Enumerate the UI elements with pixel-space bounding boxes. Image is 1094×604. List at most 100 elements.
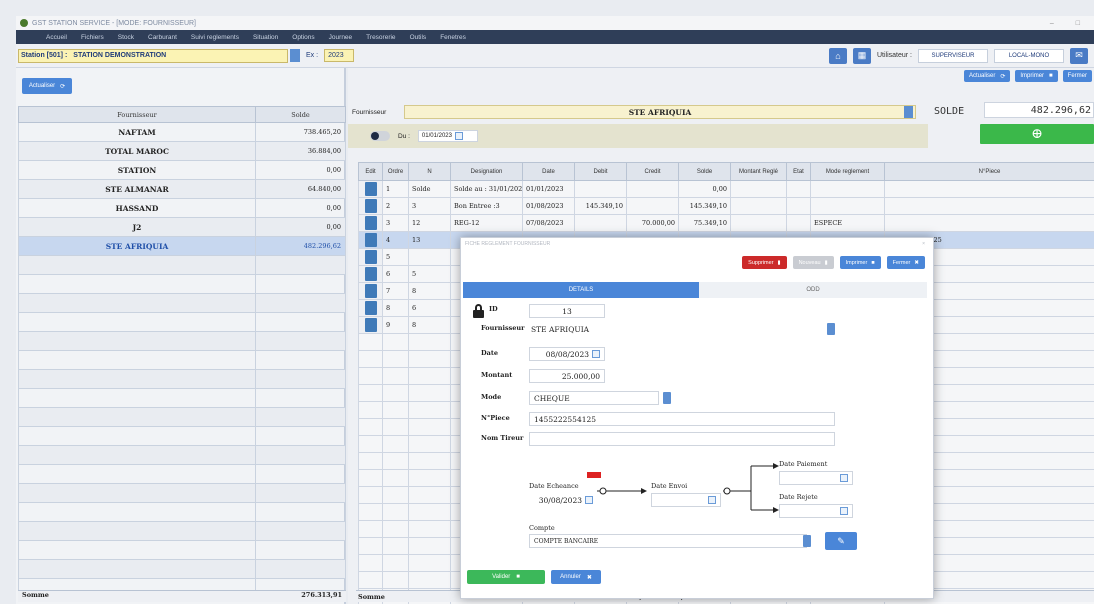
menu-item-1[interactable]: Fichiers xyxy=(81,34,104,41)
col-header[interactable]: N°Piece xyxy=(884,162,1094,181)
col-header[interactable]: Credit xyxy=(626,162,679,181)
edit-cell[interactable] xyxy=(358,231,383,249)
menu-item-6[interactable]: Options xyxy=(292,34,314,41)
calendar-icon[interactable] xyxy=(840,474,848,482)
echeance-field[interactable]: 30/08/2023 xyxy=(529,493,597,507)
operation-row[interactable]: 2 3 Bon Entree :3 01/08/2023 145.349,10 145.3… xyxy=(358,197,1094,215)
calendar-icon[interactable] xyxy=(708,496,716,504)
menu-item-7[interactable]: Journee xyxy=(329,34,353,41)
supplier-row[interactable]: STATION 0,00 xyxy=(18,160,346,180)
col-header[interactable]: Montant Reglé xyxy=(730,162,787,181)
edit-cell[interactable] xyxy=(358,316,383,334)
fermer-button[interactable]: Fermer xyxy=(1062,70,1092,82)
fournisseur-row: Fournisseur STE AFRIQUIA xyxy=(352,104,1094,120)
reglement-dialog: FICHE REGLEMENT FOURNISSEUR × Supprimer ▮ … xyxy=(460,237,934,599)
rejete-field[interactable] xyxy=(779,504,853,518)
empty-cell xyxy=(358,401,383,419)
supplier-solde: 64.840,00 xyxy=(255,179,346,199)
supplier-row[interactable]: STE AFRIQUIA 482.296,62 xyxy=(18,236,346,256)
col-header[interactable]: Designation xyxy=(450,162,523,181)
col-header[interactable]: Debit xyxy=(574,162,627,181)
edit-cell[interactable] xyxy=(358,180,383,198)
operation-row[interactable]: 1 Solde Solde au : 31/01/2023 01/01/2023 0,0… xyxy=(358,180,1094,198)
empty-cell xyxy=(408,520,451,538)
menu-item-2[interactable]: Stock xyxy=(118,34,134,41)
col-header[interactable]: Ordre xyxy=(382,162,409,181)
menu-item-3[interactable]: Carburant xyxy=(148,34,177,41)
fournisseur-select[interactable]: STE AFRIQUIA xyxy=(404,105,916,119)
edit-cell[interactable] xyxy=(358,299,383,317)
cell-ordre: 5 xyxy=(382,248,409,266)
paiement-field[interactable] xyxy=(779,471,853,485)
actualiser-button[interactable]: Actualiser ⟳ xyxy=(22,78,72,94)
plus-circle-icon: ⊕ xyxy=(1031,126,1043,142)
valider-button[interactable]: Valider ■ xyxy=(467,570,545,584)
menu-item-9[interactable]: Outils xyxy=(410,34,427,41)
edit-cell[interactable] xyxy=(358,248,383,266)
supplier-row[interactable]: TOTAL MAROC 36.884,00 xyxy=(18,141,346,161)
cell-ordre: 6 xyxy=(382,265,409,283)
compte-field[interactable]: COMPTE BANCAIRE xyxy=(529,534,807,548)
add-button[interactable]: ⊕ xyxy=(980,124,1094,144)
du-date-field[interactable]: 01/01/2023 xyxy=(417,130,478,142)
home-icon[interactable]: ⌂ xyxy=(828,47,847,64)
edit-compte-button[interactable]: ✎ xyxy=(825,532,857,550)
maximize-icon[interactable]: □ xyxy=(1076,20,1080,27)
col-header[interactable]: Edit xyxy=(358,162,383,181)
calendar-icon[interactable] xyxy=(454,132,463,140)
col-solde[interactable]: Solde xyxy=(255,106,346,123)
edit-cell[interactable] xyxy=(358,214,383,232)
profile-icon[interactable]: ✉ xyxy=(1070,47,1088,64)
user-value: SUPERVISEUR xyxy=(918,48,988,63)
menu-item-8[interactable]: Tresorerie xyxy=(366,34,395,41)
document-icon[interactable] xyxy=(364,199,377,213)
document-icon[interactable] xyxy=(364,250,377,264)
imprimer-button[interactable]: Imprimer ■ xyxy=(1015,70,1058,82)
supplier-row[interactable]: NAFTAM 738.465,20 xyxy=(18,122,346,142)
station-dropdown-icon[interactable] xyxy=(290,49,300,62)
col-header[interactable]: Mode reglement xyxy=(810,162,885,181)
col-header[interactable]: Etat xyxy=(786,162,811,181)
actualiser-right-button[interactable]: Actualiser ⟳ xyxy=(963,70,1011,82)
edit-cell[interactable] xyxy=(358,265,383,283)
envoi-field[interactable] xyxy=(651,493,721,507)
document-icon[interactable] xyxy=(364,267,377,281)
empty-cell xyxy=(408,384,451,402)
station-selector[interactable]: Station [501] : STATION DEMONSTRATION xyxy=(18,48,288,63)
calendar-icon[interactable] xyxy=(585,496,593,504)
supplier-row[interactable]: STE ALMANAR 64.840,00 xyxy=(18,179,346,199)
col-header[interactable]: N xyxy=(408,162,451,181)
annuler-button[interactable]: Annuler ✖ xyxy=(551,570,601,584)
user-label: Utilisateur : xyxy=(876,52,912,59)
edit-cell[interactable] xyxy=(358,282,383,300)
menu-item-5[interactable]: Situation xyxy=(253,34,278,41)
empty-cell xyxy=(408,571,451,589)
col-header[interactable]: Solde xyxy=(678,162,731,181)
operation-row[interactable]: 3 12 REG-12 07/08/2023 70.000,00 75.349,10 ESP… xyxy=(358,214,1094,232)
col-fournisseur[interactable]: Fournisseur xyxy=(18,106,256,123)
document-icon[interactable] xyxy=(364,182,377,196)
document-icon[interactable] xyxy=(364,301,377,315)
document-icon[interactable] xyxy=(364,216,377,230)
document-icon[interactable] xyxy=(364,318,377,332)
minimize-icon[interactable]: – xyxy=(1050,20,1054,27)
menu-item-4[interactable]: Suivi reglements xyxy=(191,34,239,41)
menu-item-0[interactable]: Accueil xyxy=(46,34,67,41)
edit-cell[interactable] xyxy=(358,197,383,215)
col-header[interactable]: Date xyxy=(522,162,575,181)
calendar-icon[interactable] xyxy=(840,507,848,515)
period-toggle[interactable] xyxy=(370,131,390,141)
imprimer-label: Imprimer xyxy=(1020,73,1045,79)
menu-item-10[interactable]: Fenetres xyxy=(440,34,466,41)
document-icon[interactable] xyxy=(364,284,377,298)
document-icon[interactable] xyxy=(364,233,377,247)
supplier-solde: 482.296,62 xyxy=(255,236,346,256)
calculator-icon[interactable]: ▦ xyxy=(852,47,871,64)
compte-dropdown-icon[interactable] xyxy=(803,535,811,547)
dropdown-icon[interactable] xyxy=(904,106,913,118)
exercise-selector[interactable]: Ex : 2023 xyxy=(306,49,355,62)
supplier-row[interactable]: HASSAND 0,00 xyxy=(18,198,346,218)
supplier-row[interactable]: J2 0,00 xyxy=(18,217,346,237)
cell-solde: 145.349,10 xyxy=(678,197,731,215)
empty-cell xyxy=(18,540,256,560)
